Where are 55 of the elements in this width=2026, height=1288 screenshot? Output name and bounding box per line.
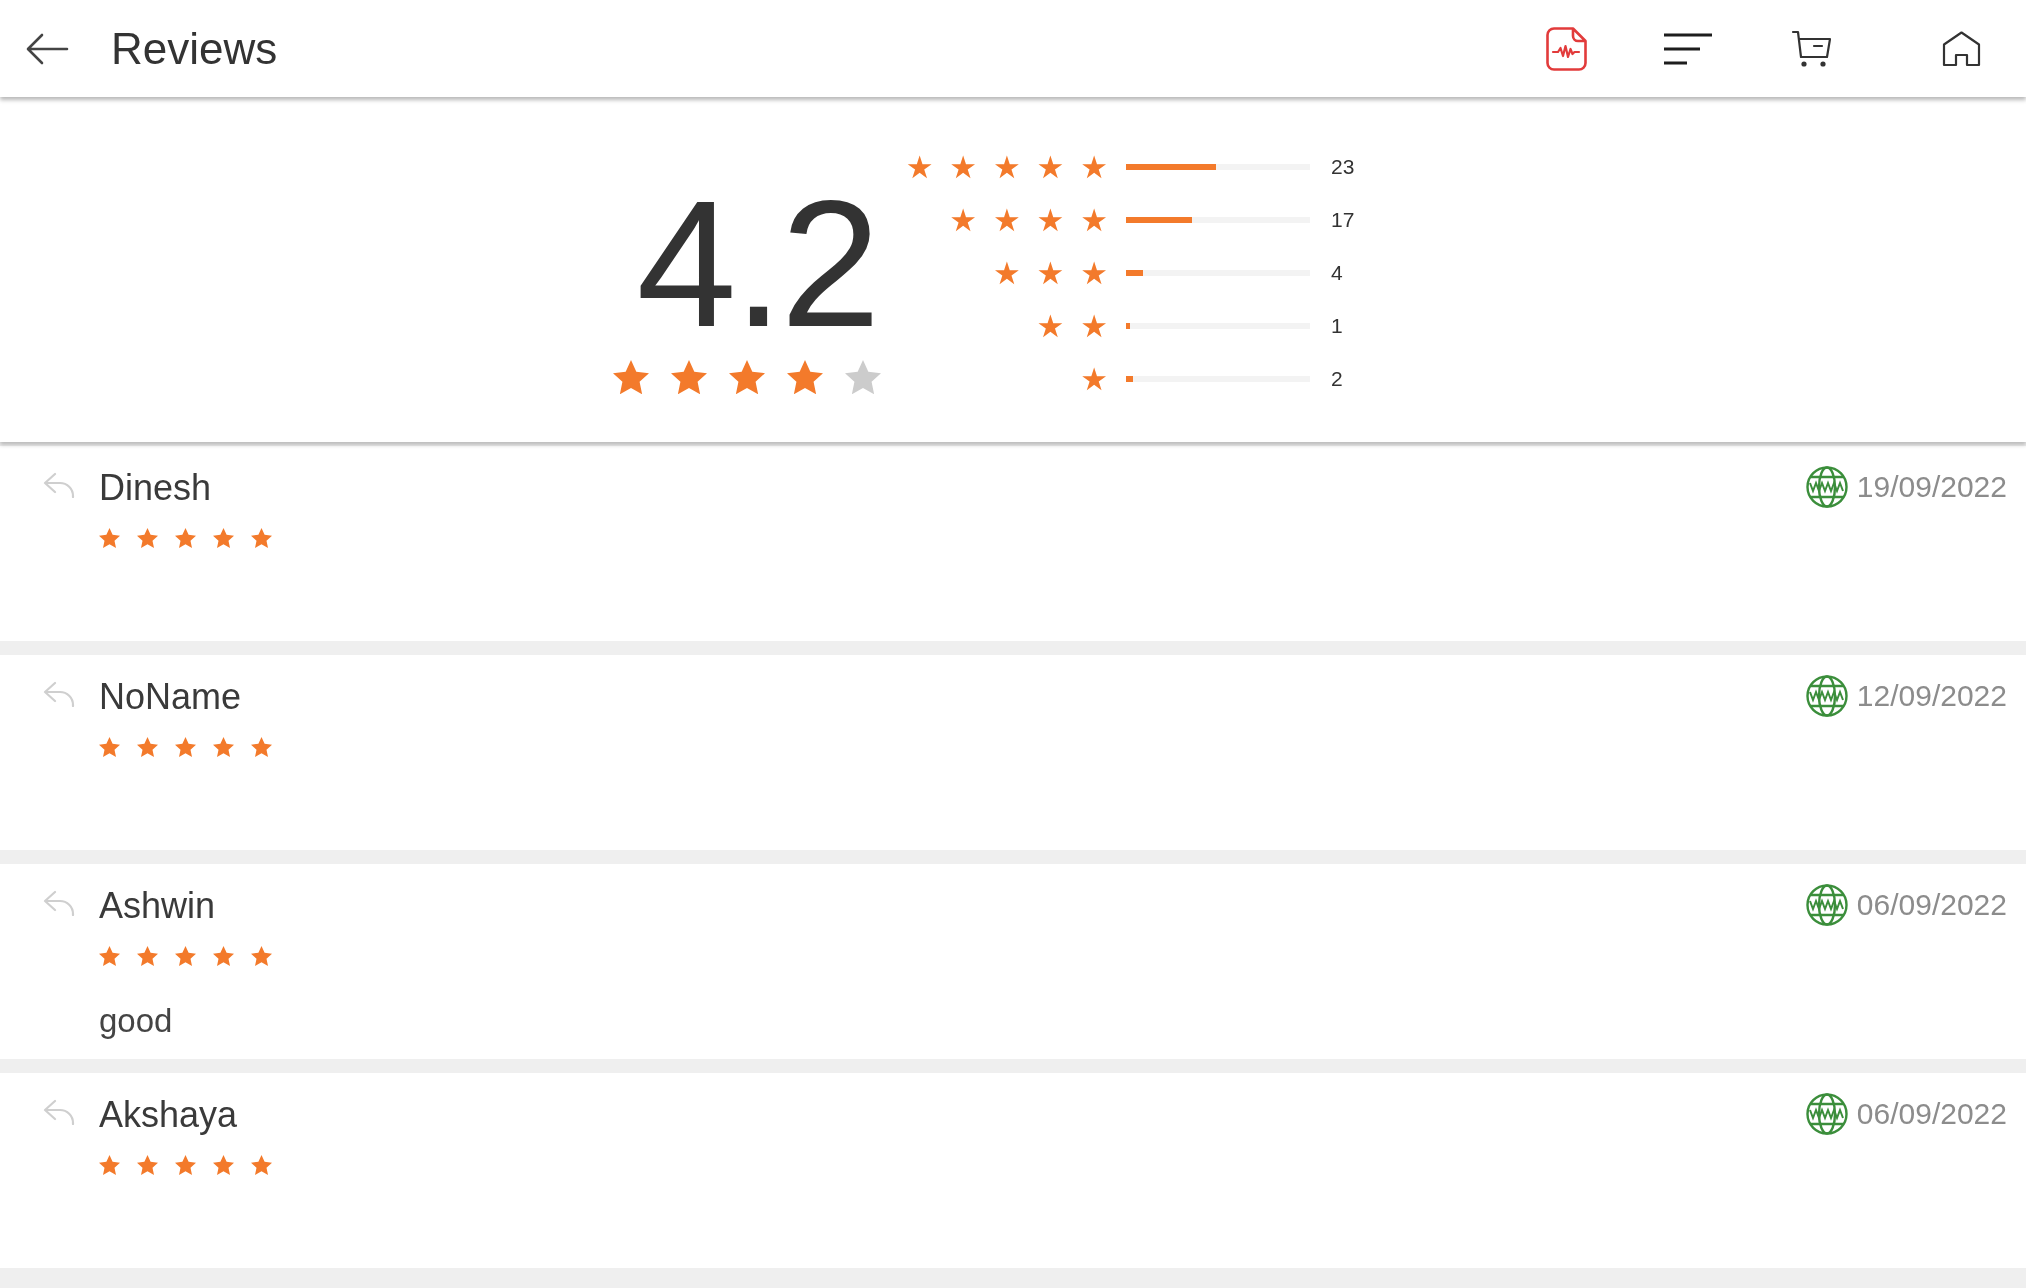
star-icon	[845, 360, 881, 395]
star-icon	[99, 528, 120, 548]
star-icon	[251, 737, 272, 757]
star-icon	[213, 528, 234, 548]
star-icon	[671, 360, 707, 395]
home-icon[interactable]	[1942, 30, 1981, 67]
globe-icon	[1805, 675, 1848, 717]
rating-count: 1	[1331, 313, 1343, 338]
star-icon	[175, 1155, 196, 1175]
star-icon	[613, 360, 649, 395]
file-waveform-icon[interactable]	[1545, 26, 1587, 71]
rating-count: 2	[1331, 366, 1343, 391]
star-rating-label: ★ ★ ★	[992, 255, 1108, 290]
star-icon	[99, 1155, 120, 1175]
globe-icon	[1805, 884, 1848, 926]
star-rating-label: ★ ★ ★ ★	[949, 202, 1108, 237]
star-icon	[137, 737, 158, 757]
review-date: 12/09/2022	[1856, 678, 2007, 714]
star-rating-label: ★	[1080, 361, 1108, 396]
reviewer-name: Akshaya	[99, 1093, 239, 1137]
star-icon	[729, 360, 765, 395]
star-icon	[787, 360, 823, 395]
star-icon	[137, 1155, 158, 1175]
star-icon	[137, 946, 158, 966]
star-icon	[99, 946, 120, 966]
review-comment: good	[99, 1001, 174, 1041]
star-icon	[251, 946, 272, 966]
rating-count: 4	[1331, 260, 1343, 285]
globe-icon	[1805, 466, 1848, 508]
star-rating-label: ★ ★	[1036, 308, 1108, 343]
cart-icon[interactable]	[1792, 29, 1832, 68]
star-rating-label: ★ ★ ★ ★ ★	[905, 149, 1108, 184]
review-date: 06/09/2022	[1856, 1096, 2007, 1132]
star-icon	[175, 946, 196, 966]
page-title: Reviews	[111, 22, 278, 75]
star-icon	[213, 1155, 234, 1175]
star-icon	[99, 737, 120, 757]
globe-icon	[1805, 1093, 1848, 1135]
rating-count: 17	[1331, 207, 1355, 232]
review-date: 06/09/2022	[1856, 887, 2007, 923]
reviewer-name: NoName	[99, 675, 243, 719]
average-rating: 4.2	[636, 174, 878, 354]
review-date: 19/09/2022	[1856, 469, 2007, 505]
star-icon	[251, 528, 272, 548]
star-icon	[175, 737, 196, 757]
sort-icon[interactable]	[1664, 32, 1712, 65]
star-icon	[175, 528, 196, 548]
star-icon	[213, 946, 234, 966]
reviewer-name: Ashwin	[99, 884, 217, 928]
star-icon	[251, 1155, 272, 1175]
star-icon	[137, 528, 158, 548]
star-icon	[213, 737, 234, 757]
back-arrow-icon[interactable]	[26, 32, 68, 65]
reviewer-name: Dinesh	[99, 466, 213, 510]
rating-count: 23	[1331, 154, 1355, 179]
